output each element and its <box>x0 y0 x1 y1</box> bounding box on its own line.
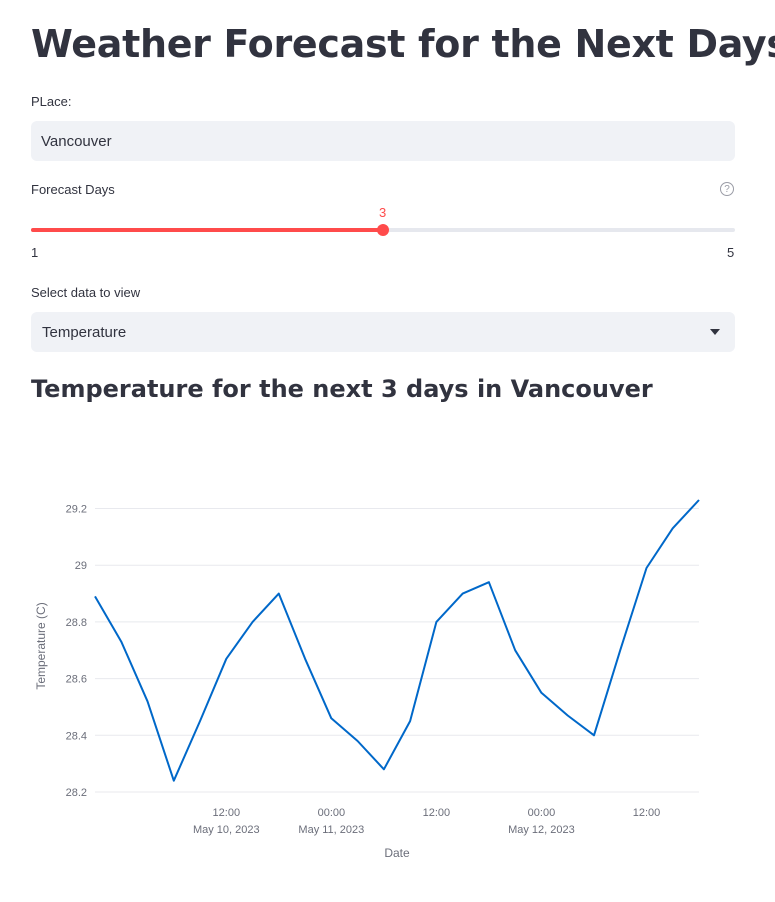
slider-max-label: 5 <box>727 245 735 260</box>
place-input[interactable]: Vancouver <box>31 121 735 161</box>
temperature-series-line <box>94 499 700 782</box>
data-select[interactable]: Temperature <box>31 312 735 352</box>
x-tick-label: 00:00 <box>528 807 556 819</box>
slider-min-label: 1 <box>31 245 39 260</box>
x-tick-label: 12:00 <box>423 807 451 819</box>
y-tick-label: 29 <box>75 560 87 572</box>
x-axis-label: Date <box>384 846 410 860</box>
chevron-down-icon[interactable] <box>710 329 720 335</box>
forecast-days-slider-fill <box>31 228 383 232</box>
data-select-label: Select data to view <box>31 285 141 300</box>
page-title: Weather Forecast for the Next Days <box>31 22 775 66</box>
x-tick-sublabel: May 10, 2023 <box>193 824 260 836</box>
x-tick-sublabel: May 12, 2023 <box>508 824 575 836</box>
question-circle-icon[interactable]: ? <box>720 182 734 196</box>
y-tick-label: 28.4 <box>66 730 87 742</box>
forecast-days-label: Forecast Days <box>31 182 115 197</box>
x-tick-label: 12:00 <box>213 807 241 819</box>
x-tick-label: 12:00 <box>633 807 661 819</box>
y-tick-label: 28.8 <box>66 617 87 629</box>
y-tick-label: 29.2 <box>66 504 87 516</box>
data-select-value: Temperature <box>42 323 127 341</box>
forecast-days-slider-thumb[interactable] <box>377 224 389 236</box>
y-tick-label: 28.2 <box>66 787 87 799</box>
x-tick-sublabel: May 11, 2023 <box>298 824 364 836</box>
chart-heading: Temperature for the next 3 days in Vanco… <box>31 375 653 403</box>
place-label: PLace: <box>31 94 72 109</box>
temperature-line-chart: 28.2 28.4 28.6 28.8 29 29.2 12:00 May 10, 2023 0… <box>34 499 700 860</box>
y-axis-label: Temperature (C) <box>34 602 48 689</box>
y-tick-label: 28.6 <box>66 674 87 686</box>
forecast-days-slider-value: 3 <box>379 205 387 220</box>
x-tick-label: 00:00 <box>318 807 346 819</box>
